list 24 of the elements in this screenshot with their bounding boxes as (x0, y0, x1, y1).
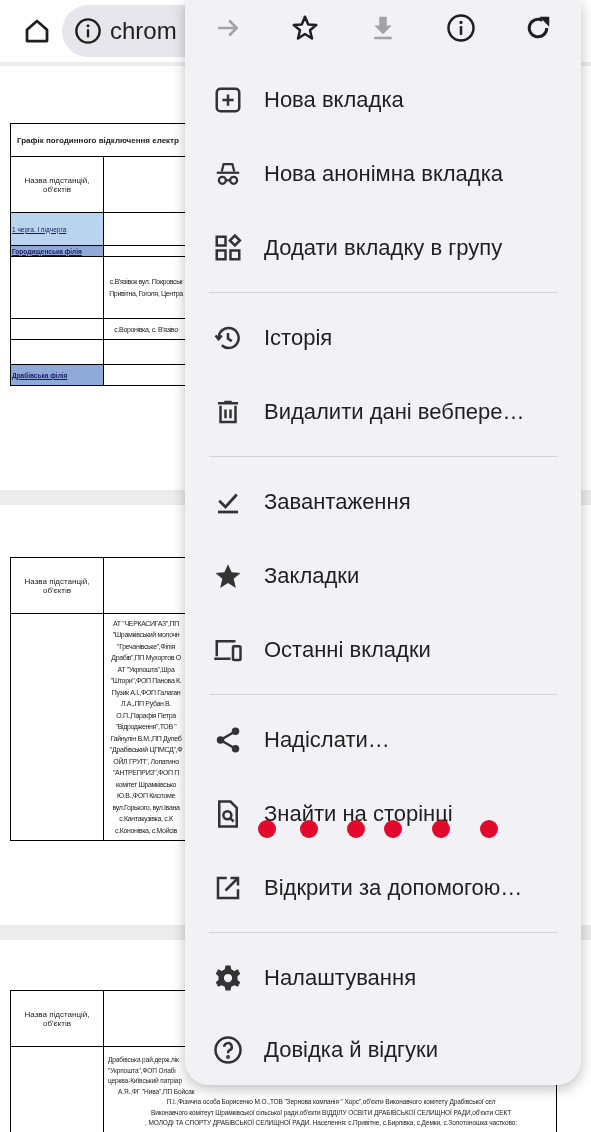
menu-item[interactable]: Знайти на сторінці (185, 777, 581, 851)
menu-item[interactable]: Налаштування (185, 941, 581, 1015)
menu-item[interactable]: Довідка й відгуки (185, 1015, 581, 1085)
address-text: chrom (110, 17, 177, 45)
menu-item[interactable]: Закладки (185, 539, 581, 613)
help-icon (213, 1035, 243, 1065)
menu-item[interactable]: Останні вкладки (185, 613, 581, 687)
menu-item[interactable]: Додати вкладку в групу (185, 211, 581, 285)
info-icon[interactable] (74, 17, 102, 45)
table-header: Назва підстанцій, об'єктів (23, 1009, 91, 1028)
menu-item[interactable]: Історія (185, 301, 581, 375)
table-header: Назва підстанцій, об'єктів (23, 175, 91, 194)
squares-icon (213, 233, 243, 263)
plus-box-icon (213, 85, 243, 115)
menu-item[interactable]: Завантаження (185, 465, 581, 539)
menu-item[interactable]: Нова вкладка (185, 63, 581, 137)
table-header: Назва підстанцій, об'єктів (23, 576, 91, 595)
settings-icon (213, 963, 243, 993)
table-title: Графік погодинного відключення електр (17, 135, 179, 145)
menu-item[interactable]: Відкрити за допомогою… (185, 851, 581, 925)
menu-item[interactable]: Видалити дані вебпере… (185, 375, 581, 449)
info-icon (445, 12, 476, 43)
menu-item[interactable]: Надіслати… (185, 703, 581, 777)
menu-item[interactable]: Нова анонімна вкладка (185, 137, 581, 211)
